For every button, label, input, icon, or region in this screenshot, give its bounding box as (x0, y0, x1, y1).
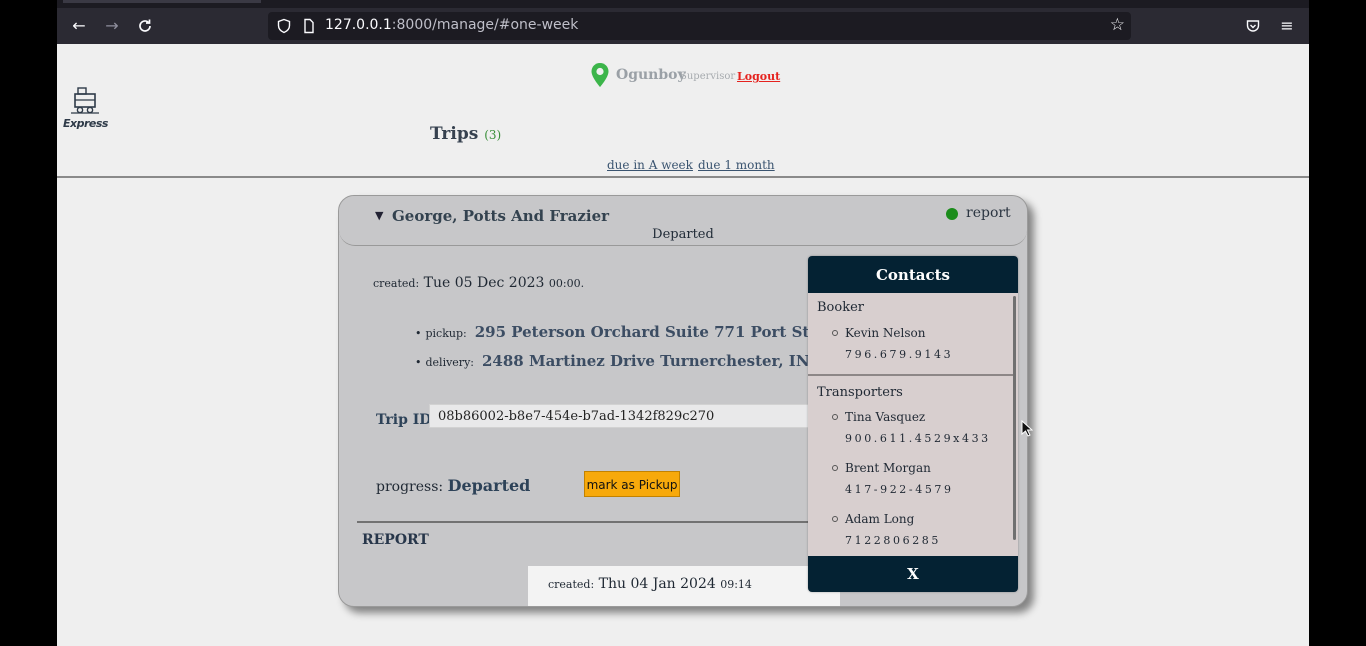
transporter-phone[interactable]: 7122806285 (845, 534, 941, 547)
transporter-phone[interactable]: 417-922-4579 (845, 483, 954, 496)
trips-count: (3) (484, 128, 502, 142)
trips-label: Trips (430, 124, 479, 144)
url-text[interactable]: 127.0.0.1:8000/manage/#one-week (325, 17, 578, 33)
mark-as-pickup-button[interactable]: mark as Pickup (584, 471, 680, 497)
transporter-name: Tina Vasquez (845, 410, 926, 424)
url-host: 127.0.0.1 (325, 17, 392, 33)
trip-status: Departed (652, 227, 714, 242)
delivery-row: • delivery: 2488 Martinez Drive Turnerches… (415, 352, 867, 370)
trip-created: created: Tue 05 Dec 2023 00:00. (373, 275, 584, 291)
report-entry: created: Thu 04 Jan 2024 09:14 (528, 566, 840, 606)
contacts-popup: Contacts Booker Kevin Nelson 796.679.914… (808, 256, 1018, 592)
trip-id-label: Trip ID: (376, 412, 437, 428)
contacts-title: Contacts (808, 256, 1018, 293)
active-tab[interactable] (63, 0, 261, 3)
page-icon (301, 18, 317, 34)
report-created: created: Thu 04 Jan 2024 09:14 (548, 576, 752, 592)
transporter-phone[interactable]: 900.611.4529x433 (845, 432, 991, 445)
back-arrow-icon[interactable]: ← (67, 14, 91, 38)
progress-label: progress: (376, 479, 444, 495)
status-dot (946, 208, 958, 220)
booker-title: Booker (817, 300, 864, 315)
contacts-divider (808, 374, 1014, 376)
bullet-circle-icon (832, 465, 838, 471)
contacts-close-button[interactable]: X (808, 556, 1018, 592)
created-label: created: (373, 277, 420, 290)
reload-icon[interactable] (133, 14, 157, 38)
user-role: Supervisor (680, 71, 736, 82)
logout-link[interactable]: Logout (737, 70, 780, 83)
forward-arrow-icon[interactable]: → (100, 14, 124, 38)
tab-strip (57, 0, 1309, 8)
transporters-title: Transporters (817, 385, 903, 400)
booker-phone[interactable]: 796.679.9143 (845, 348, 953, 361)
report-created-date: Thu 04 Jan 2024 (598, 576, 716, 592)
report-heading: REPORT (362, 532, 429, 548)
app-header: Express Ogunboy Supervisor Logout Trips … (57, 44, 1309, 178)
browser-window: ← → 127.0.0.1:8000/manage/#one-week ☆ ≡ (57, 0, 1309, 646)
booker-name: Kevin Nelson (845, 326, 926, 340)
bullet-circle-icon (832, 330, 838, 336)
trip-card-header[interactable]: ▼ George, Potts And Frazier Departed rep… (339, 196, 1027, 246)
filter-due-week[interactable]: due in A week (607, 158, 693, 172)
contacts-scrollbar[interactable] (1013, 296, 1016, 540)
progress-row: progress: Departed (376, 476, 530, 495)
page-content: Express Ogunboy Supervisor Logout Trips … (57, 44, 1309, 646)
delivery-label: delivery: (425, 356, 475, 369)
pickup-label: pickup: (425, 327, 467, 340)
location-pin-icon (590, 62, 610, 92)
transporter-name: Brent Morgan (845, 461, 931, 475)
url-bar[interactable]: 127.0.0.1:8000/manage/#one-week ☆ (268, 12, 1131, 40)
created-date: Tue 05 Dec 2023 (423, 275, 545, 291)
navigation-bar: ← → 127.0.0.1:8000/manage/#one-week ☆ ≡ (57, 8, 1309, 44)
username: Ogunboy (616, 67, 686, 83)
mouse-cursor-icon (1021, 420, 1033, 437)
company-name: George, Potts And Frazier (392, 207, 610, 225)
pocket-icon[interactable] (1241, 14, 1265, 38)
collapse-caret-icon[interactable]: ▼ (375, 209, 383, 222)
logo-text: Express (63, 117, 108, 130)
url-path: :8000/manage/#one-week (391, 17, 579, 33)
bullet-circle-icon (832, 516, 838, 522)
trip-id-field[interactable]: 08b86002-b8e7-454e-b7ad-1342f829c270 (429, 404, 829, 428)
report-created-label: created: (548, 578, 595, 591)
trips-title: Trips (3) (430, 124, 501, 144)
express-logo[interactable]: Express (63, 86, 108, 132)
star-icon[interactable]: ☆ (1110, 15, 1125, 35)
filter-due-month[interactable]: due 1 month (698, 158, 775, 172)
menu-icon[interactable]: ≡ (1275, 14, 1299, 38)
shield-icon[interactable] (276, 18, 292, 34)
progress-value: Departed (447, 476, 531, 495)
created-time: 00:00. (548, 277, 585, 290)
bullet-circle-icon (832, 414, 838, 420)
report-link[interactable]: report (966, 205, 1011, 221)
transporter-name: Adam Long (845, 512, 915, 526)
report-created-time: 09:14 (720, 578, 752, 591)
truck-icon (71, 87, 99, 114)
